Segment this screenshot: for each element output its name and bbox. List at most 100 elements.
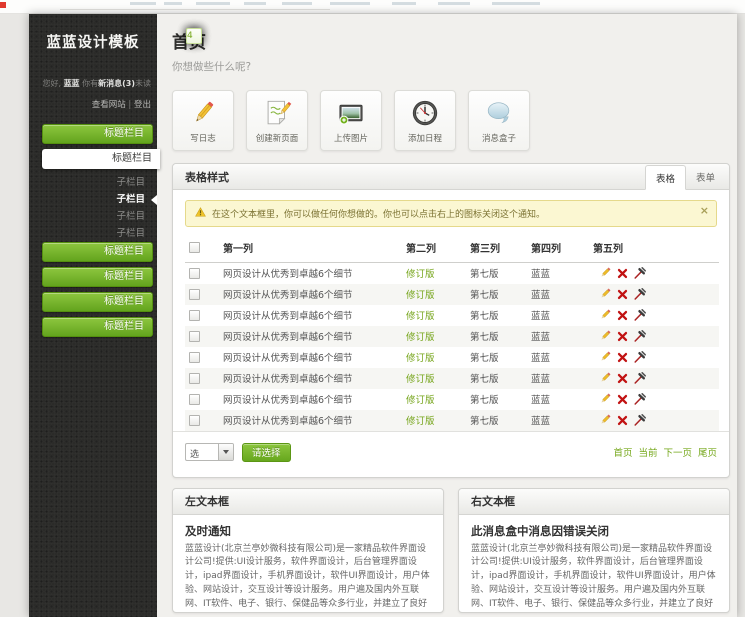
row-title: 网页设计从优秀到卓越6个细节 bbox=[221, 305, 404, 326]
revision-link[interactable]: 修订版 bbox=[406, 374, 435, 385]
table-row: 网页设计从优秀到卓越6个细节 修订版 第七版 蓝蓝 bbox=[185, 347, 719, 368]
row-checkbox[interactable] bbox=[189, 415, 200, 426]
pagination-item[interactable]: 下一页 bbox=[663, 445, 692, 459]
pagination-item[interactable]: 当前 bbox=[638, 445, 657, 459]
warning-icon bbox=[195, 207, 206, 220]
pagination-item[interactable]: 尾页 bbox=[698, 445, 717, 459]
pagination-item[interactable]: 首页 bbox=[613, 445, 632, 459]
tools-icon[interactable] bbox=[634, 414, 646, 426]
delete-icon[interactable] bbox=[617, 289, 628, 300]
sidebar-links: 查看网站 | 登出 bbox=[29, 98, 157, 110]
tools-icon[interactable] bbox=[634, 288, 646, 300]
delete-icon[interactable] bbox=[617, 373, 628, 384]
sidebar-menu-item[interactable]: 标题栏目 bbox=[42, 242, 153, 262]
edit-icon[interactable] bbox=[599, 288, 611, 300]
delete-icon[interactable] bbox=[617, 415, 628, 426]
write-journal-button[interactable]: 写日志 bbox=[172, 90, 234, 151]
column-header: 第四列 bbox=[529, 233, 591, 263]
column-header: 第一列 bbox=[221, 233, 404, 263]
row-title: 网页设计从优秀到卓越6个细节 bbox=[221, 410, 404, 431]
shortcut-label: 消息盒子 bbox=[482, 132, 516, 144]
revision-link[interactable]: 修订版 bbox=[406, 311, 435, 322]
edit-icon[interactable] bbox=[599, 267, 611, 279]
revision-link[interactable]: 修订版 bbox=[406, 332, 435, 343]
edit-icon[interactable] bbox=[599, 309, 611, 321]
tools-icon[interactable] bbox=[634, 372, 646, 384]
sidebar-menu-item[interactable]: 标题栏目 bbox=[42, 292, 153, 312]
row-checkbox[interactable] bbox=[189, 310, 200, 321]
sidebar-menu-item[interactable]: 子栏目 bbox=[42, 174, 153, 191]
table-row: 网页设计从优秀到卓越6个细节 修订版 第七版 蓝蓝 bbox=[185, 263, 719, 284]
row-checkbox[interactable] bbox=[189, 373, 200, 384]
row-version: 第七版 bbox=[468, 410, 529, 431]
column-header: 第三列 bbox=[468, 233, 529, 263]
tools-icon[interactable] bbox=[634, 351, 646, 363]
row-checkbox[interactable] bbox=[189, 268, 200, 279]
tools-icon[interactable] bbox=[634, 267, 646, 279]
shortcut-label: 添加日程 bbox=[408, 132, 442, 144]
add-schedule-button[interactable]: 添加日程 bbox=[394, 90, 456, 151]
row-checkbox[interactable] bbox=[189, 331, 200, 342]
view-site-link[interactable]: 查看网站 bbox=[92, 100, 126, 110]
message-box-button[interactable]: 消息盒子 bbox=[468, 90, 530, 151]
screen: 蓝蓝设计模板 您好, 蓝蓝 你有新消息(3)未读 查看网站 | 登出 标题栏目 … bbox=[0, 0, 745, 617]
sidebar-menu-item[interactable]: 标题栏目 bbox=[42, 124, 153, 144]
table-row: 网页设计从优秀到卓越6个细节 修订版 第七版 蓝蓝 bbox=[185, 410, 719, 431]
delete-icon[interactable] bbox=[617, 394, 628, 405]
row-checkbox[interactable] bbox=[189, 394, 200, 405]
row-checkbox[interactable] bbox=[189, 352, 200, 363]
close-icon[interactable]: × bbox=[700, 204, 709, 217]
select-all-checkbox[interactable] bbox=[189, 242, 200, 253]
edit-icon[interactable] bbox=[599, 414, 611, 426]
left-panel-paragraph: 蓝蓝设计(北京兰亭妙微科技有限公司)是一家精品软件界面设计公司!提供:UI设计服… bbox=[185, 543, 431, 613]
revision-link[interactable]: 修订版 bbox=[406, 416, 435, 427]
sidebar-menu-item[interactable]: 子栏目 bbox=[42, 208, 153, 225]
pencil-icon bbox=[188, 98, 218, 132]
table-panel-title: 表格样式 bbox=[185, 169, 229, 185]
revision-link[interactable]: 修订版 bbox=[406, 353, 435, 364]
page-title: 首页 bbox=[172, 28, 730, 53]
sidebar-menu: 标题栏目 标题栏目 子栏目 子栏目 bbox=[29, 124, 157, 337]
row-title: 网页设计从优秀到卓越6个细节 bbox=[221, 263, 404, 284]
delete-icon[interactable] bbox=[617, 310, 628, 321]
table-header-row: 第一列 第二列 第三列 第四列 第五列 bbox=[185, 233, 719, 263]
logout-link[interactable]: 登出 bbox=[134, 100, 151, 110]
tab-table[interactable]: 表格 bbox=[645, 165, 686, 190]
page-subtitle: 你想做些什么呢? bbox=[172, 59, 730, 74]
create-page-button[interactable]: 创建新页面 bbox=[246, 90, 308, 151]
table-row: 网页设计从优秀到卓越6个细节 修订版 第七版 蓝蓝 bbox=[185, 326, 719, 347]
delete-icon[interactable] bbox=[617, 352, 628, 363]
revision-link[interactable]: 修订版 bbox=[406, 290, 435, 301]
tab-form[interactable]: 表单 bbox=[686, 165, 725, 190]
edit-icon[interactable] bbox=[599, 330, 611, 342]
pagination-item[interactable]: 4 bbox=[186, 28, 202, 44]
sidebar-menu-item[interactable]: 子栏目 bbox=[42, 191, 153, 208]
select-dropdown[interactable]: 选择... bbox=[185, 443, 234, 461]
sidebar-menu-item[interactable]: 标题栏目 bbox=[42, 149, 160, 169]
sidebar: 蓝蓝设计模板 您好, 蓝蓝 你有新消息(3)未读 查看网站 | 登出 标题栏目 … bbox=[29, 14, 157, 617]
tools-icon[interactable] bbox=[634, 309, 646, 321]
row-title: 网页设计从优秀到卓越6个细节 bbox=[221, 326, 404, 347]
sidebar-menu-item[interactable]: 标题栏目 bbox=[42, 317, 153, 337]
row-author: 蓝蓝 bbox=[529, 305, 591, 326]
sidebar-menu-item[interactable]: 标题栏目 bbox=[42, 267, 153, 287]
edit-icon[interactable] bbox=[599, 393, 611, 405]
edit-icon[interactable] bbox=[599, 351, 611, 363]
right-text-panel-header: 右文本框 bbox=[459, 489, 729, 515]
sidebar-menu-item-label: 子栏目 bbox=[116, 211, 145, 222]
revision-link[interactable]: 修订版 bbox=[406, 395, 435, 406]
row-checkbox[interactable] bbox=[189, 289, 200, 300]
upload-image-button[interactable]: 上传图片 bbox=[320, 90, 382, 151]
delete-icon[interactable] bbox=[617, 268, 628, 279]
tools-icon[interactable] bbox=[634, 330, 646, 342]
tools-icon[interactable] bbox=[634, 393, 646, 405]
sidebar-menu-item-label: 标题栏目 bbox=[104, 271, 144, 282]
select-value: 选择... bbox=[186, 444, 218, 460]
artifact-red-mark bbox=[0, 2, 6, 8]
confirm-select-button[interactable]: 请选择 bbox=[242, 443, 291, 462]
right-text-panel-title: 右文本框 bbox=[471, 493, 515, 509]
revision-link[interactable]: 修订版 bbox=[406, 269, 435, 280]
edit-icon[interactable] bbox=[599, 372, 611, 384]
sidebar-menu-item[interactable]: 子栏目 bbox=[42, 225, 153, 242]
delete-icon[interactable] bbox=[617, 331, 628, 342]
